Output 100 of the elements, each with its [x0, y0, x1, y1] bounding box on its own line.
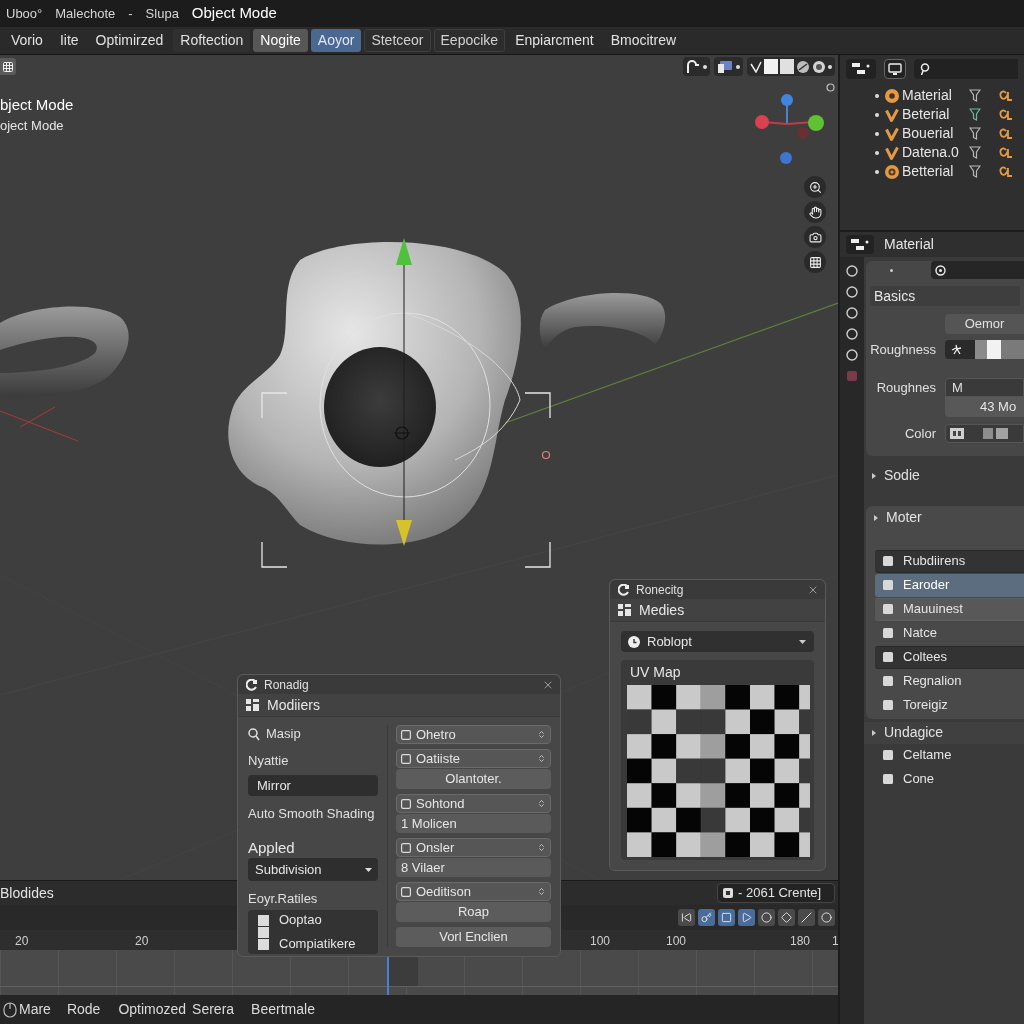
editor-type-button[interactable] — [0, 58, 16, 75]
timeline-toggle[interactable] — [698, 909, 715, 926]
ramp-field[interactable] — [945, 340, 1024, 360]
camera-button[interactable] — [804, 226, 826, 248]
workspace-tab[interactable]: Vorio — [4, 29, 50, 52]
overlay-button[interactable] — [714, 57, 743, 76]
number-field[interactable]: 43 Mo — [945, 397, 1024, 417]
timeline-toggle[interactable] — [778, 909, 795, 926]
timeline-toggle[interactable] — [678, 909, 695, 926]
workspace-tab[interactable]: Eepocike — [433, 29, 506, 52]
section-header[interactable]: Moter — [866, 505, 1024, 530]
option-dropdown[interactable]: Sohtond — [396, 794, 551, 813]
editor-type-button[interactable] — [846, 235, 874, 254]
funnel-icon[interactable] — [969, 89, 981, 102]
square-icon — [401, 886, 411, 897]
outliner-row[interactable]: Beterial — [840, 105, 1024, 124]
curve-icon[interactable] — [999, 127, 1013, 140]
option-dropdown[interactable]: Oatiiste — [396, 749, 551, 768]
action-button[interactable]: Vorl Enclien — [396, 927, 551, 947]
title-menu-item[interactable]: Slupa — [145, 3, 179, 24]
section-header[interactable]: Undagice — [864, 721, 1024, 744]
title-menu-item[interactable]: - — [128, 3, 133, 24]
circle-tab-icon[interactable] — [846, 286, 858, 298]
display-mode-button[interactable] — [884, 59, 906, 79]
text-field[interactable]: M — [945, 377, 1024, 397]
curve-icon[interactable] — [999, 89, 1013, 102]
pivot-button[interactable] — [683, 57, 710, 76]
outliner-row[interactable]: Bouerial — [840, 124, 1024, 143]
timeline-toggle[interactable] — [718, 909, 735, 926]
shading-buttons[interactable] — [747, 57, 835, 76]
value-button[interactable]: Oemor — [945, 314, 1024, 334]
section-header[interactable]: Sodie — [864, 465, 1024, 486]
circle-tab-icon[interactable] — [846, 265, 858, 277]
action-button[interactable]: Roap — [396, 902, 551, 922]
check-icon — [885, 126, 899, 141]
funnel-icon[interactable] — [969, 108, 981, 121]
slot-field[interactable] — [931, 261, 1024, 279]
timeline-toggle[interactable] — [758, 909, 775, 926]
color-field[interactable] — [945, 424, 1024, 444]
workspace-tab[interactable]: Optimirzed — [88, 29, 171, 52]
move-axis-gizmo[interactable] — [396, 238, 412, 546]
list-item[interactable]: Toreigiz — [875, 693, 1024, 717]
circle-tab-icon[interactable] — [846, 307, 858, 319]
workspace-tab[interactable]: Aoyor — [310, 29, 362, 52]
value-field[interactable]: 8 Vilaer — [396, 858, 551, 877]
workspace-tab[interactable]: Stetceor — [364, 29, 431, 52]
funnel-icon[interactable] — [969, 165, 981, 178]
action-button[interactable]: Olantoter. — [396, 769, 551, 789]
list-item[interactable]: Earoder — [875, 573, 1024, 597]
list-item[interactable]: Rubdiirens — [875, 549, 1024, 573]
circle-tab-icon[interactable] — [846, 328, 858, 340]
workspace-tab[interactable]: Nogite — [253, 29, 308, 52]
value-field[interactable]: 1 Molicen — [396, 814, 551, 833]
search-field[interactable] — [914, 59, 1018, 79]
workspace-tab[interactable]: Iite — [52, 29, 86, 52]
list-item[interactable]: Regnalion — [875, 669, 1024, 693]
workspace-tab[interactable]: Enpiarcment — [508, 29, 601, 52]
curve-icon[interactable] — [999, 146, 1013, 159]
square-icon — [401, 753, 411, 764]
list-item[interactable]: Cone — [875, 767, 1024, 791]
bars-icon — [850, 237, 870, 252]
curve-icon[interactable] — [999, 108, 1013, 121]
outliner-name: Datena.0 — [902, 143, 960, 162]
option-label: Masip — [266, 725, 301, 744]
zoom-button[interactable] — [804, 176, 826, 198]
slashed-circle-icon[interactable] — [796, 59, 810, 74]
checkbox[interactable] — [258, 914, 269, 926]
editor-type-button[interactable] — [846, 59, 876, 79]
list-item[interactable]: Natce — [875, 621, 1024, 645]
list-item[interactable]: Mauuinest — [875, 597, 1024, 621]
outliner-row[interactable]: Betterial — [840, 162, 1024, 181]
option-dropdown[interactable]: Oeditison — [396, 882, 551, 901]
section-header[interactable]: Basics — [870, 286, 1020, 306]
title-menu-item[interactable]: Malechote — [55, 3, 116, 24]
timeline-toggle[interactable] — [818, 909, 835, 926]
workspace-tab[interactable]: Roftection — [173, 29, 251, 52]
curve-icon[interactable] — [999, 165, 1013, 178]
timeline-toggle[interactable] — [738, 909, 755, 926]
funnel-icon[interactable] — [969, 127, 981, 140]
workspace-tab[interactable]: Bmocitrew — [603, 29, 684, 52]
option-dropdown[interactable]: Onsler — [396, 838, 551, 857]
option-dropdown[interactable]: Ohetro — [396, 725, 551, 744]
grid-button[interactable] — [804, 251, 826, 273]
name-field[interactable]: Mirror — [248, 775, 378, 796]
title-menu-item[interactable]: Uboo° — [6, 3, 43, 24]
pan-button[interactable] — [804, 201, 826, 223]
frame-field[interactable]: - 2061 Crente] — [717, 883, 835, 903]
funnel-icon[interactable] — [969, 146, 981, 159]
circle-tab-icon[interactable] — [846, 349, 858, 361]
outliner-row[interactable]: Datena.0 — [840, 143, 1024, 162]
texture-dropdown[interactable]: Roblopt — [621, 631, 814, 652]
modifier-dropdown[interactable]: Subdivision — [248, 858, 378, 881]
checkbox[interactable] — [258, 938, 269, 950]
list-item[interactable]: Celtame — [875, 743, 1024, 767]
circle-toggle-icon[interactable] — [826, 83, 835, 92]
ring-icon[interactable] — [812, 59, 826, 74]
list-item[interactable]: Coltees — [875, 645, 1024, 669]
timeline-toggle[interactable] — [798, 909, 815, 926]
checkbox[interactable] — [258, 926, 269, 938]
outliner-row[interactable]: Material — [840, 86, 1024, 105]
